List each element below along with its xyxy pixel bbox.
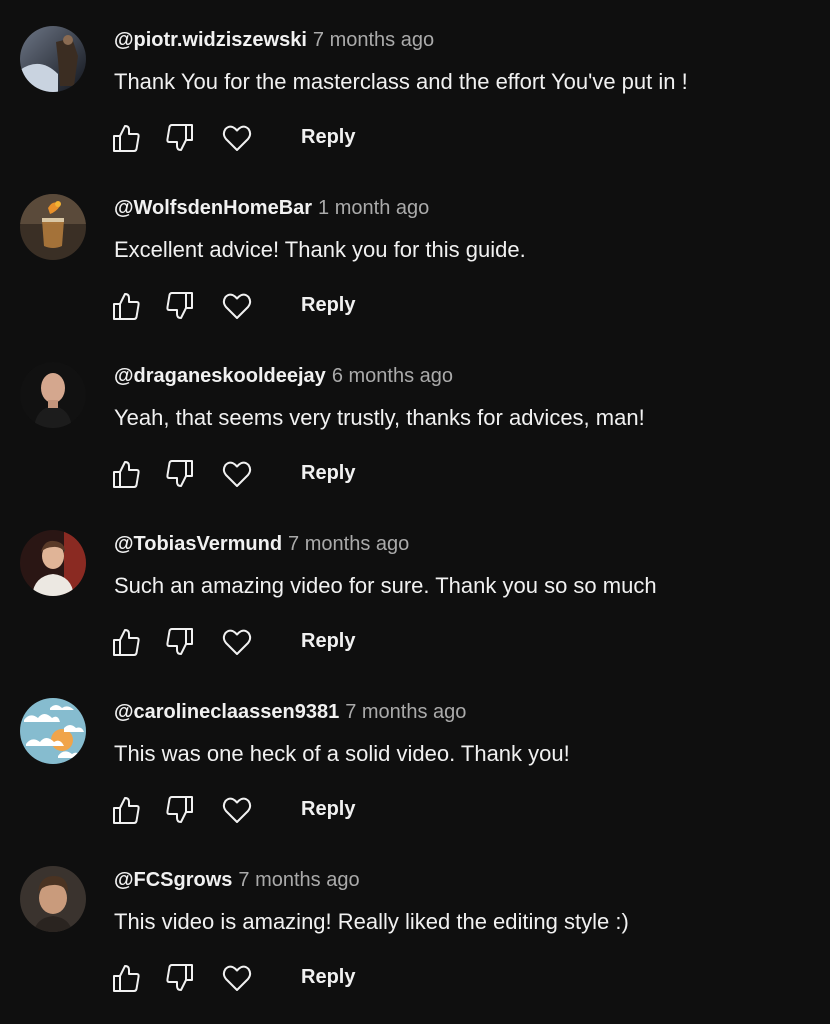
heart-button[interactable] (219, 624, 255, 660)
comment-text: Excellent advice! Thank you for this gui… (114, 237, 526, 262)
reply-button[interactable]: Reply (301, 963, 355, 991)
comment-header: @TobiasVermund 7 months ago (114, 531, 409, 557)
comment-header: @WolfsdenHomeBar 1 month ago (114, 195, 429, 221)
comment-header: @FCSgrows 7 months ago (114, 867, 360, 893)
reply-button[interactable]: Reply (301, 123, 355, 151)
dislike-button[interactable] (162, 624, 198, 660)
author-name[interactable]: @TobiasVermund (114, 533, 282, 555)
thumb-down-icon (166, 124, 193, 151)
comment-item: @TobiasVermund 7 months ago Such an amazi… (0, 504, 830, 672)
comment-item: @piotr.widziszewski 7 months ago Thank Yo… (0, 0, 830, 168)
comment-item: @carolineclaassen9381 7 months ago This w… (0, 672, 830, 840)
thumb-down-icon (166, 796, 193, 823)
reply-button[interactable]: Reply (301, 795, 355, 823)
comment-header: @draganeskooldeejay 6 months ago (114, 363, 453, 389)
dislike-button[interactable] (162, 456, 198, 492)
heart-button[interactable] (219, 960, 255, 996)
dislike-button[interactable] (162, 288, 198, 324)
dislike-button[interactable] (162, 120, 198, 156)
heart-button[interactable] (219, 456, 255, 492)
comments-list: @piotr.widziszewski 7 months ago Thank Yo… (0, 0, 830, 1024)
thumb-up-icon (113, 629, 140, 656)
thumb-up-icon (113, 125, 140, 152)
avatar[interactable] (20, 362, 86, 428)
comment-header: @piotr.widziszewski 7 months ago (114, 27, 434, 53)
thumb-up-icon (113, 461, 140, 488)
comment-item: @draganeskooldeejay 6 months ago Yeah, th… (0, 336, 830, 504)
like-button[interactable] (108, 624, 144, 660)
reply-button[interactable]: Reply (301, 291, 355, 319)
thumb-up-icon (113, 293, 140, 320)
avatar[interactable] (20, 530, 86, 596)
comment-item: @FCSgrows 7 months ago This video is amaz… (0, 840, 830, 1008)
author-name[interactable]: @draganeskooldeejay (114, 365, 326, 387)
timestamp[interactable]: 7 months ago (345, 701, 466, 723)
comment-text: Thank You for the masterclass and the ef… (114, 69, 688, 94)
heart-icon (222, 629, 252, 655)
timestamp[interactable]: 7 months ago (288, 533, 409, 555)
timestamp[interactable]: 6 months ago (332, 365, 453, 387)
comment-item: @WolfsdenHomeBar 1 month ago Excellent ad… (0, 168, 830, 336)
reply-button[interactable]: Reply (301, 459, 355, 487)
thumb-down-icon (166, 460, 193, 487)
comment-text: Such an amazing video for sure. Thank yo… (114, 573, 657, 598)
thumb-down-icon (166, 292, 193, 319)
author-name[interactable]: @FCSgrows (114, 869, 232, 891)
avatar[interactable] (20, 194, 86, 260)
timestamp[interactable]: 1 month ago (318, 197, 429, 219)
reply-button[interactable]: Reply (301, 627, 355, 655)
heart-icon (222, 125, 252, 151)
heart-icon (222, 293, 252, 319)
heart-button[interactable] (219, 288, 255, 324)
comment-text: Yeah, that seems very trustly, thanks fo… (114, 405, 645, 430)
thumb-up-icon (113, 965, 140, 992)
heart-button[interactable] (219, 792, 255, 828)
comment-text: This was one heck of a solid video. Than… (114, 741, 570, 766)
thumb-down-icon (166, 964, 193, 991)
author-name[interactable]: @WolfsdenHomeBar (114, 197, 312, 219)
dislike-button[interactable] (162, 960, 198, 996)
like-button[interactable] (108, 792, 144, 828)
heart-icon (222, 965, 252, 991)
timestamp[interactable]: 7 months ago (238, 869, 359, 891)
comment-text: This video is amazing! Really liked the … (114, 909, 629, 934)
like-button[interactable] (108, 960, 144, 996)
like-button[interactable] (108, 120, 144, 156)
heart-button[interactable] (219, 120, 255, 156)
avatar[interactable] (20, 698, 86, 764)
thumb-up-icon (113, 797, 140, 824)
author-name[interactable]: @piotr.widziszewski (114, 29, 307, 51)
comment-header: @carolineclaassen9381 7 months ago (114, 699, 466, 725)
timestamp[interactable]: 7 months ago (313, 29, 434, 51)
heart-icon (222, 797, 252, 823)
avatar[interactable] (20, 866, 86, 932)
heart-icon (222, 461, 252, 487)
thumb-down-icon (166, 628, 193, 655)
avatar[interactable] (20, 26, 86, 92)
author-name[interactable]: @carolineclaassen9381 (114, 701, 339, 723)
dislike-button[interactable] (162, 792, 198, 828)
like-button[interactable] (108, 456, 144, 492)
like-button[interactable] (108, 288, 144, 324)
